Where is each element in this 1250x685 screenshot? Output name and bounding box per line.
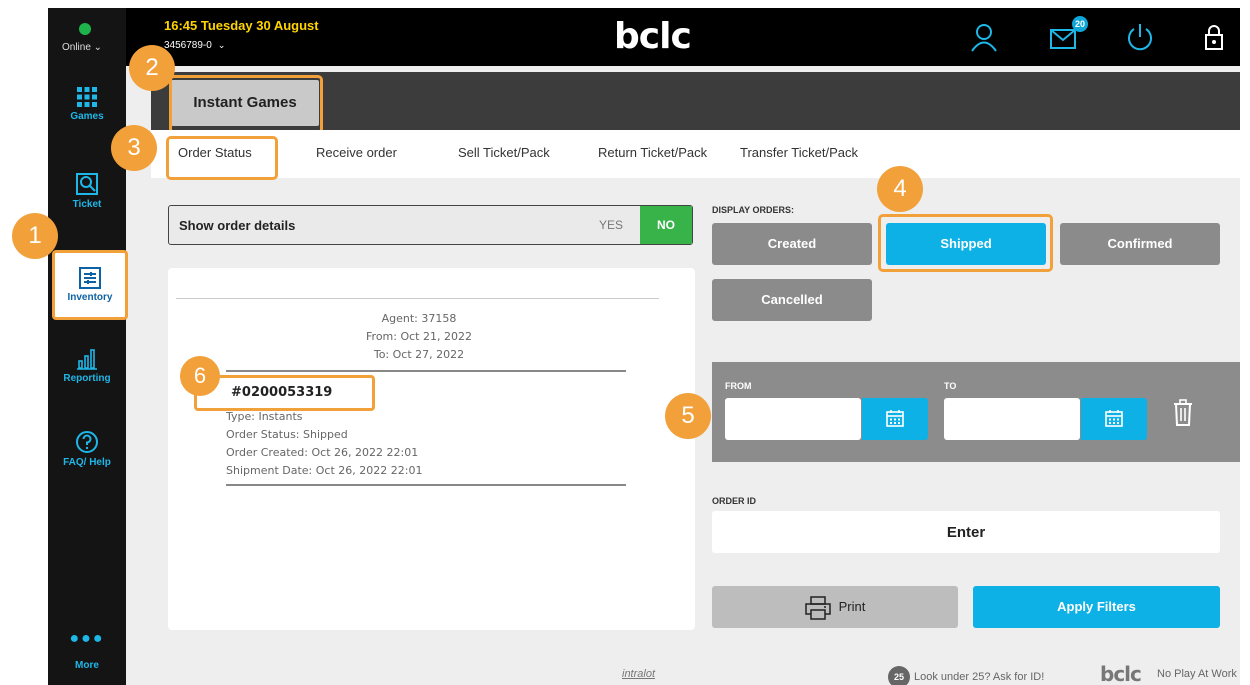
sidebar-item-more[interactable]: More [48, 660, 126, 671]
receipt-agent: Agent: 37158 [381, 312, 457, 325]
callout-badge: 5 [665, 393, 711, 439]
toggle-yes[interactable]: YES [599, 218, 623, 232]
top-bar: 16:45 Tuesday 30 August 3456789-0 ⌄ bclc … [48, 8, 1240, 66]
callout-badge: 4 [877, 166, 923, 212]
to-date-input[interactable] [944, 398, 1080, 440]
from-date-input[interactable] [725, 398, 861, 440]
receipt-shipment: Shipment Date: Oct 26, 2022 22:01 [226, 464, 423, 477]
bar-chart-icon [77, 349, 97, 370]
user-icon[interactable] [968, 22, 1000, 52]
sidebar-item-label: Ticket [72, 199, 102, 210]
tab-receive-order[interactable]: Receive order [316, 145, 397, 160]
callout-badge: 6 [180, 356, 220, 396]
trash-icon[interactable] [1172, 399, 1194, 427]
order-receipt: Agent: 37158 From: Oct 21, 2022 To: Oct … [176, 298, 659, 523]
ellipsis-icon[interactable]: ●●● [48, 630, 126, 648]
sidebar-item-faq-help[interactable]: FAQ/ Help [48, 430, 126, 492]
sidebar-item-label: Inventory [67, 292, 113, 303]
account-selector[interactable]: 3456789-0 ⌄ [164, 40, 225, 51]
calendar-icon [886, 410, 904, 427]
receipt-created: Order Created: Oct 26, 2022 22:01 [226, 446, 419, 459]
chevron-down-icon: ⌄ [217, 40, 226, 50]
receipt-status: Order Status: Shipped [226, 428, 348, 441]
footer-bclc-logo: bclc [1100, 662, 1142, 685]
to-calendar-button[interactable] [1081, 398, 1147, 440]
power-icon[interactable] [1124, 22, 1156, 52]
highlight-ring [169, 75, 323, 134]
print-button[interactable]: Print [712, 586, 958, 628]
tab-return-ticket-pack[interactable]: Return Ticket/Pack [598, 145, 707, 160]
intralot-logo: intralot [622, 668, 656, 680]
receipt-order-number: #0200053319 [194, 375, 375, 411]
online-status[interactable]: Online ⌄ [62, 42, 102, 53]
confirmed-filter-button[interactable]: Confirmed [1060, 223, 1220, 265]
display-orders-label: DISPLAY ORDERS: [712, 205, 795, 215]
calendar-icon [1105, 410, 1123, 427]
sidebar-item-inventory[interactable]: Inventory [52, 250, 128, 320]
receipt-to: To: Oct 27, 2022 [373, 348, 465, 361]
receipt-type: Type: Instants [226, 410, 303, 423]
inventory-icon [79, 267, 101, 289]
toggle-label: Show order details [179, 218, 296, 233]
order-details-toggle[interactable]: Show order details YES NO [168, 205, 693, 245]
question-icon [76, 431, 98, 453]
order-id-label: ORDER ID [712, 496, 757, 506]
receipt-card: Agent: 37158 From: Oct 21, 2022 To: Oct … [168, 268, 695, 630]
sidebar-item-label: FAQ/ Help [63, 457, 111, 468]
sidebar: Online ⌄ Games Ticket Inventory Reportin… [48, 8, 128, 685]
highlight-ring [166, 136, 278, 180]
divider [226, 370, 626, 372]
receipt-from: From: Oct 21, 2022 [366, 330, 472, 343]
tab-transfer-ticket-pack[interactable]: Transfer Ticket/Pack [740, 145, 858, 160]
callout-badge: 2 [129, 45, 175, 91]
divider [176, 298, 659, 299]
grid-icon [77, 87, 97, 107]
sidebar-item-ticket[interactable]: Ticket [48, 172, 126, 234]
apply-filters-button[interactable]: Apply Filters [973, 586, 1220, 628]
account-number: 3456789-0 [164, 40, 212, 51]
printer-icon [804, 595, 831, 620]
sidebar-item-reporting[interactable]: Reporting [48, 348, 126, 410]
age-check-notice: 25 Look under 25? Ask for ID! [888, 666, 1044, 685]
app-frame: 16:45 Tuesday 30 August 3456789-0 ⌄ bclc … [48, 8, 1240, 685]
callout-badge: 1 [12, 213, 58, 259]
datetime: 16:45 Tuesday 30 August [164, 18, 319, 33]
age-25-badge: 25 [888, 666, 910, 685]
highlight-ring [878, 214, 1053, 272]
order-id-input[interactable] [712, 511, 1220, 553]
sidebar-item-label: Games [70, 111, 104, 122]
ticket-scan-icon [76, 173, 98, 195]
cancelled-filter-button[interactable]: Cancelled [712, 279, 872, 321]
sidebar-item-label: Reporting [63, 373, 111, 384]
online-status-dot [79, 23, 91, 35]
lock-icon[interactable] [1198, 22, 1230, 52]
from-calendar-button[interactable] [862, 398, 928, 440]
message-count-badge: 20 [1072, 16, 1088, 32]
footer-tagline: No Play At Work [1157, 668, 1237, 680]
to-label: TO [944, 381, 957, 391]
created-filter-button[interactable]: Created [712, 223, 872, 265]
bclc-logo: bclc [614, 16, 692, 57]
callout-badge: 3 [111, 125, 157, 171]
divider [226, 484, 626, 486]
toggle-no[interactable]: NO [640, 206, 692, 244]
from-label: FROM [725, 381, 752, 391]
age-check-text: Look under 25? Ask for ID! [914, 670, 1045, 683]
print-label: Print [838, 599, 866, 614]
tab-sell-ticket-pack[interactable]: Sell Ticket/Pack [458, 145, 550, 160]
